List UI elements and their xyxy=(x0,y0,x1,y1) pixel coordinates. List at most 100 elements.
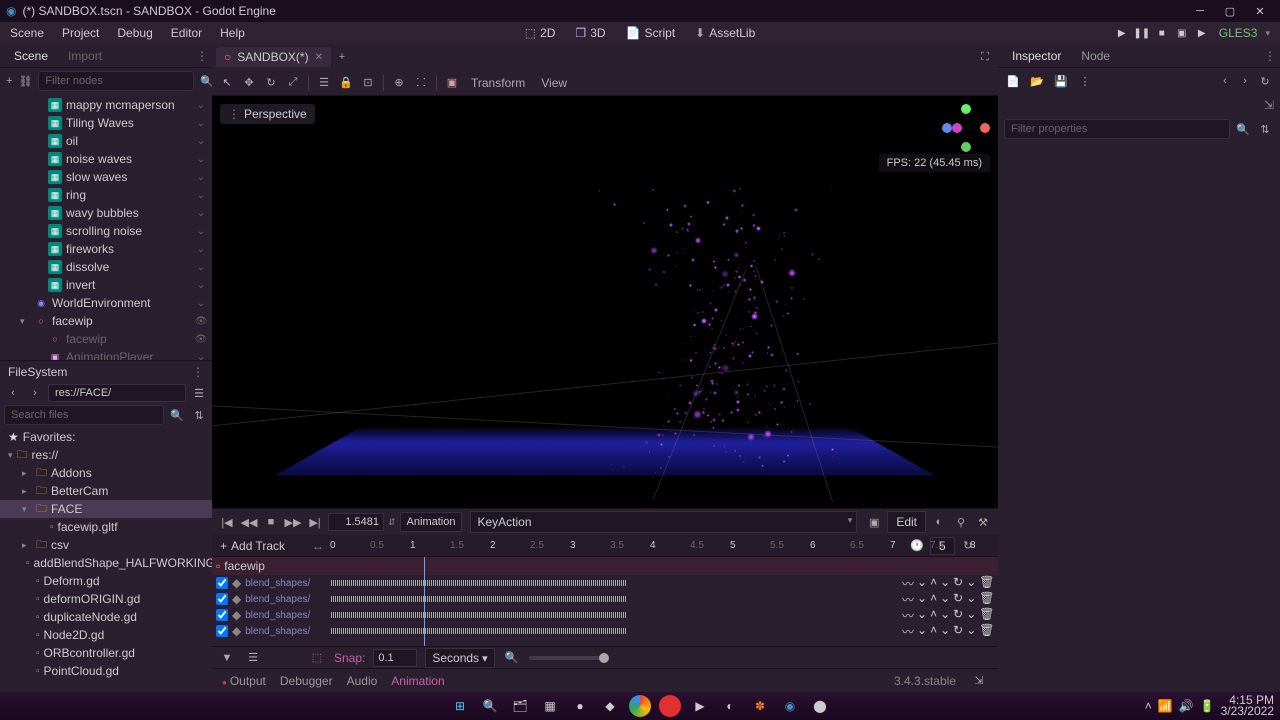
pause-button[interactable]: ❚❚ xyxy=(1133,24,1151,42)
insp-load-icon[interactable]: 📂 xyxy=(1028,72,1046,90)
snap-value-input[interactable] xyxy=(373,649,417,667)
animation-menu[interactable]: Animation xyxy=(400,512,463,532)
insp-tools-icon[interactable]: ⇅ xyxy=(1256,120,1274,138)
search-taskbar-icon[interactable]: 🔍 xyxy=(479,695,501,717)
camera-icon[interactable]: ▣ xyxy=(443,74,461,92)
bottom-expand-icon[interactable]: ⇲ xyxy=(970,672,988,690)
taskbar-app-5[interactable]: ▶ xyxy=(689,695,711,717)
close-button[interactable]: ✕ xyxy=(1246,2,1274,20)
fs-item[interactable]: ▫ addBlendShape_HALFWORKING.g xyxy=(0,554,212,572)
tab-scene[interactable]: Scene xyxy=(4,46,58,66)
insp-expand-icon[interactable]: ⇲ xyxy=(1264,98,1274,112)
viewport-3d[interactable]: ⋮Perspective FPS: 22 (45.45 ms) xyxy=(212,96,998,508)
inspector-options-icon[interactable]: ⋮ xyxy=(1264,49,1276,63)
autoplay-icon[interactable]: ▣ xyxy=(865,513,883,531)
group-tracks-icon[interactable]: ☰ xyxy=(244,649,262,667)
filter-nodes-input[interactable] xyxy=(38,71,194,91)
res-root[interactable]: ▾🗀 res:// xyxy=(0,446,212,464)
debugger-tab[interactable]: Debugger xyxy=(280,674,333,688)
scene-node[interactable]: ▦scrolling noise⌄ xyxy=(0,222,212,240)
anim-time-input[interactable] xyxy=(328,513,384,531)
godot-taskbar-icon[interactable]: ◉ xyxy=(779,695,801,717)
time-icon[interactable]: 🕐 xyxy=(908,537,926,555)
onion-icon[interactable]: ◐ xyxy=(930,513,948,531)
add-track-button[interactable]: +Add Track xyxy=(212,539,312,553)
tab-import[interactable]: Import xyxy=(58,46,112,66)
move-tool-icon[interactable]: ✥ xyxy=(240,74,258,92)
fs-item[interactable]: ▸🗀 Addons xyxy=(0,464,212,482)
tab-node[interactable]: Node xyxy=(1071,46,1120,66)
transform-menu[interactable]: Transform xyxy=(465,76,531,90)
minimize-button[interactable]: ─ xyxy=(1186,2,1214,20)
scene-node[interactable]: ○facewip👁 xyxy=(0,330,212,348)
animation-clip-dropdown[interactable]: KeyAction xyxy=(470,511,857,533)
anim-tools-icon[interactable]: ⚒ xyxy=(974,513,992,531)
timeline-ruler[interactable]: 00.511.522.533.544.555.566.577.58 xyxy=(330,535,908,557)
insp-back-icon[interactable]: ‹ xyxy=(1216,72,1234,90)
scene-node[interactable]: ▦ring⌄ xyxy=(0,186,212,204)
fs-item[interactable]: ▫ Deform.gd xyxy=(0,572,212,590)
add-node-icon[interactable]: + xyxy=(6,72,12,90)
scene-node[interactable]: ▦dissolve⌄ xyxy=(0,258,212,276)
lock-icon[interactable]: 🔒 xyxy=(337,74,355,92)
anim-back-icon[interactable]: ◀◀ xyxy=(240,513,258,531)
scale-tool-icon[interactable]: ⤢ xyxy=(284,74,302,92)
time-units-dropdown[interactable]: Seconds ▾ xyxy=(425,648,494,668)
tray-chevron-icon[interactable]: ˄ xyxy=(1145,699,1152,713)
snap-icon[interactable]: ⸬ xyxy=(412,74,430,92)
audio-tab[interactable]: Audio xyxy=(347,674,378,688)
fs-sort-icon[interactable]: ⇅ xyxy=(190,406,208,424)
scene-node[interactable]: ▾○facewip👁 xyxy=(0,312,212,330)
tray-wifi-icon[interactable]: 📶 xyxy=(1158,699,1173,713)
system-tray[interactable]: ˄ 📶 🔊 🔋 4:15 PM 3/23/2022 xyxy=(1145,695,1274,717)
filesystem-options-icon[interactable]: ⋮ xyxy=(192,365,204,379)
tab-inspector[interactable]: Inspector xyxy=(1002,46,1071,66)
fs-search-icon[interactable]: 🔍 xyxy=(168,406,186,424)
playhead[interactable] xyxy=(424,557,425,646)
path-view-icon[interactable]: ☰ xyxy=(190,384,208,402)
output-tab[interactable]: Output xyxy=(222,674,266,688)
animation-tab[interactable]: Animation xyxy=(391,674,444,688)
taskbar-app-8[interactable]: ⬤ xyxy=(809,695,831,717)
filesystem-path[interactable]: res://FACE/ xyxy=(48,384,186,402)
filter-tracks-icon[interactable]: ▼ xyxy=(218,649,236,667)
scene-node[interactable]: ▦oil⌄ xyxy=(0,132,212,150)
anim-stop-icon[interactable]: ■ xyxy=(262,513,280,531)
scene-tab-sandbox[interactable]: ○ SANDBOX(*) ✕ xyxy=(216,47,331,67)
maximize-button[interactable]: ▢ xyxy=(1216,2,1244,20)
animation-track[interactable]: ◆blend_shapes/〰⌄˄⌄↻⌄🗑 xyxy=(212,623,998,639)
anim-play-icon[interactable]: ▶▶ xyxy=(284,513,302,531)
dock-options-icon[interactable]: ⋮ xyxy=(196,49,208,63)
fs-item[interactable]: ▫ facewip.gltf xyxy=(0,518,212,536)
mode-assetlib[interactable]: ⬇ AssetLib xyxy=(687,24,763,42)
group-icon[interactable]: ⊡ xyxy=(359,74,377,92)
chrome-icon[interactable] xyxy=(629,695,651,717)
zoom-slider[interactable] xyxy=(529,656,609,660)
insp-search-icon[interactable]: 🔍 xyxy=(1234,120,1252,138)
play-scene-button[interactable]: ▣ xyxy=(1173,24,1191,42)
scene-node[interactable]: ▦invert⌄ xyxy=(0,276,212,294)
menu-editor[interactable]: Editor xyxy=(171,26,202,40)
play-custom-button[interactable]: ▶ xyxy=(1193,24,1211,42)
mode-3d[interactable]: ❒ 3D xyxy=(567,24,613,42)
fs-item[interactable]: ▫ duplicateNode.gd xyxy=(0,608,212,626)
track-root[interactable]: ▫facewip xyxy=(212,557,998,575)
view-gizmo[interactable] xyxy=(942,104,990,152)
viewport-perspective-label[interactable]: ⋮Perspective xyxy=(220,104,315,124)
insp-save-icon[interactable]: 💾 xyxy=(1052,72,1070,90)
tray-battery-icon[interactable]: 🔋 xyxy=(1200,699,1215,713)
list-select-icon[interactable]: ☰ xyxy=(315,74,333,92)
path-fwd-icon[interactable]: › xyxy=(26,384,44,402)
view-menu[interactable]: View xyxy=(535,76,573,90)
zoom-out-icon[interactable]: 🔍 xyxy=(503,649,521,667)
rotate-tool-icon[interactable]: ↻ xyxy=(262,74,280,92)
fs-item[interactable]: ▸🗀 BetterCam xyxy=(0,482,212,500)
fs-item[interactable]: ▫ ORBcontroller.gd xyxy=(0,644,212,662)
scene-tree[interactable]: ▦mappy mcmaperson⌄▦Tiling Waves⌄▦oil⌄▦no… xyxy=(0,94,212,360)
taskbar-app-2[interactable]: ● xyxy=(569,695,591,717)
fs-item[interactable]: ▾🗀 FACE xyxy=(0,500,212,518)
taskbar-app-3[interactable]: ◆ xyxy=(599,695,621,717)
scene-node[interactable]: ▦Tiling Waves⌄ xyxy=(0,114,212,132)
close-tab-icon[interactable]: ✕ xyxy=(315,52,323,63)
fs-item[interactable]: ▫ deformORIGIN.gd xyxy=(0,590,212,608)
